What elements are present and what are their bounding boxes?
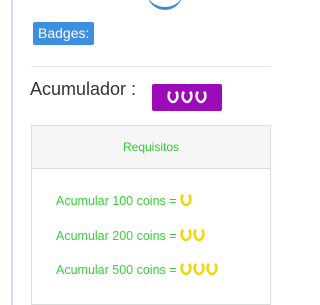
left-border-line xyxy=(11,0,13,305)
requisitos-card: Requisitos Acumular 100 coins = Acumular… xyxy=(31,125,271,305)
horseshoe-icon xyxy=(179,263,192,276)
horseshoe-icon xyxy=(195,90,207,103)
requirement-icons xyxy=(179,263,218,277)
horseshoe-icon xyxy=(205,263,218,276)
badges-panel: Badges: Acumulador : Requisitos Acumular… xyxy=(0,0,295,305)
requisitos-card-header: Requisitos xyxy=(32,126,270,169)
requisitos-title: Requisitos xyxy=(122,140,180,154)
horseshoe-icon xyxy=(179,194,192,207)
requirement-icons xyxy=(179,229,205,243)
section-divider xyxy=(31,66,271,67)
acumulador-label: Acumulador : xyxy=(30,79,137,99)
horseshoe-icon xyxy=(192,263,205,276)
horseshoe-icon xyxy=(179,229,192,242)
requirement-text: Acumular 500 coins = xyxy=(56,263,177,277)
acumulador-badge xyxy=(152,84,222,111)
requirement-text: Acumular 200 coins = xyxy=(56,229,177,243)
horseshoe-icon xyxy=(167,90,179,103)
requirement-icons xyxy=(179,194,192,208)
requirement-row-500: Acumular 500 coins = xyxy=(56,261,218,279)
horseshoe-icon xyxy=(192,229,205,242)
horseshoe-icon xyxy=(181,90,193,103)
badges-label: Badges: xyxy=(33,22,95,45)
requirement-row-200: Acumular 200 coins = xyxy=(56,227,205,245)
requirement-text: Acumular 100 coins = xyxy=(56,194,177,208)
avatar-circle-edge xyxy=(147,0,183,10)
requirement-row-100: Acumular 100 coins = xyxy=(56,192,192,210)
